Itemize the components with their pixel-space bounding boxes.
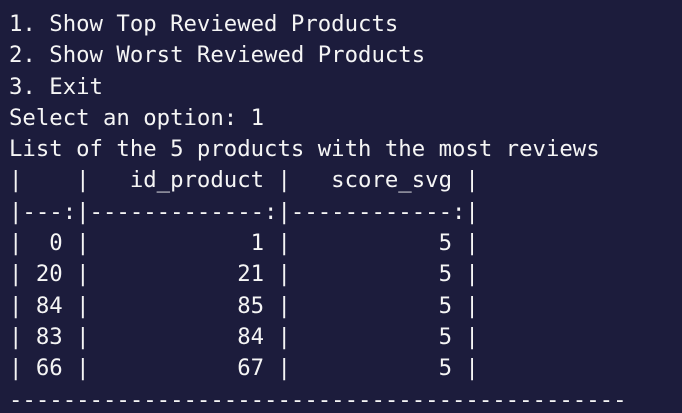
menu-option-3: 3. Exit xyxy=(9,73,103,100)
prompt-line: Select an option: 1 xyxy=(9,104,265,131)
result-heading: List of the 5 products with the most rev… xyxy=(9,136,600,163)
divider-line: ----------------------------------------… xyxy=(9,386,627,413)
table-row: | 66 | 67 | 5 | xyxy=(9,355,479,382)
table-row: | 84 | 85 | 5 | xyxy=(9,292,479,319)
table-row: | 20 | 21 | 5 | xyxy=(9,261,479,288)
table-header-row: | | id_product | score_svg | xyxy=(9,167,479,194)
menu-option-1: 1. Show Top Reviewed Products xyxy=(9,11,399,37)
table-row: | 83 | 84 | 5 | xyxy=(9,323,479,350)
menu-option-2: 2. Show Worst Reviewed Products xyxy=(9,42,426,69)
table-row: | 0 | 1 | 5 | xyxy=(9,230,479,257)
terminal-window: 1. Show Top Reviewed Products 2. Show Wo… xyxy=(0,0,682,413)
table-separator-row: |---:|-------------:|------------:| xyxy=(9,198,479,225)
